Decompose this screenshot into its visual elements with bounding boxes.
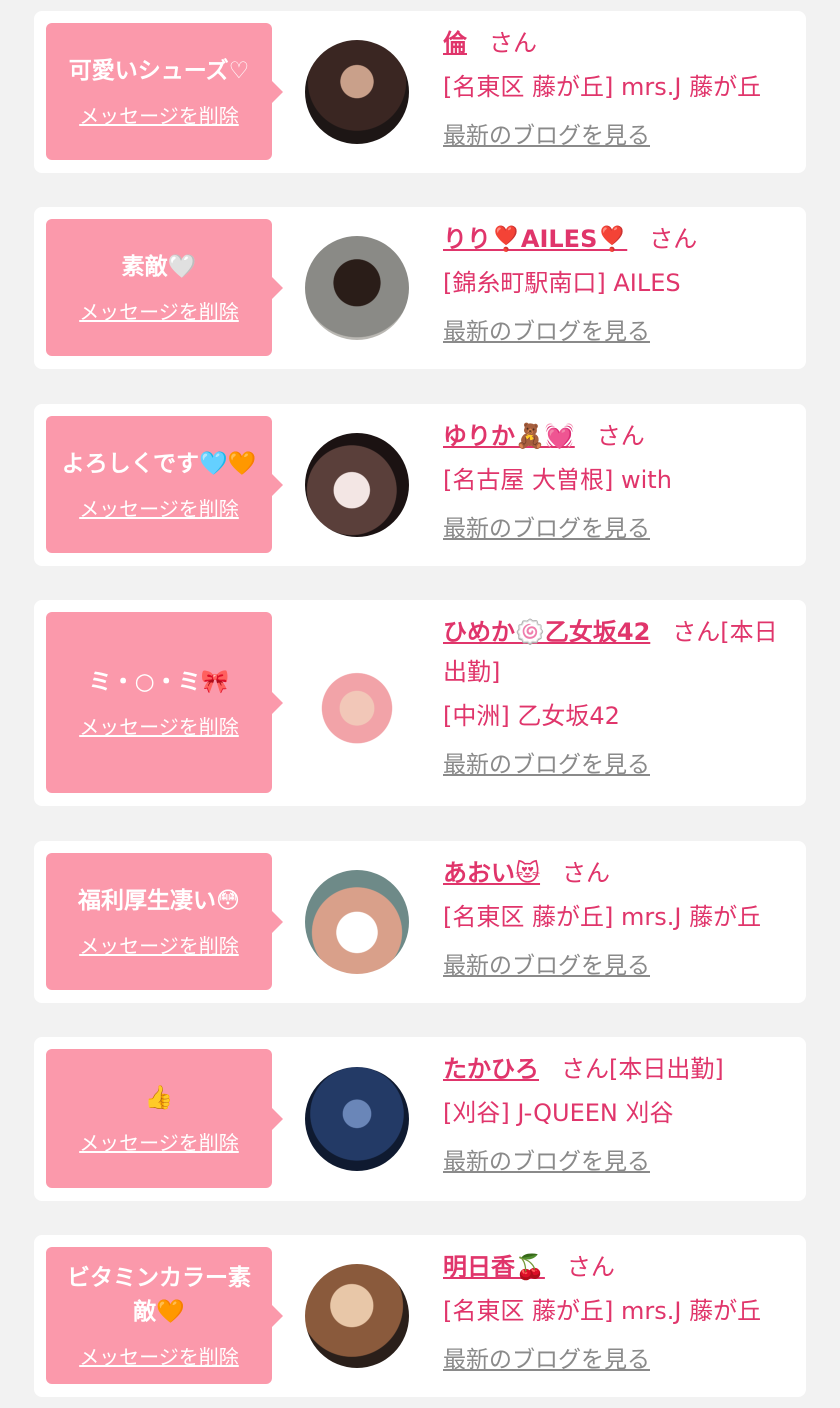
delete-message-link[interactable]: メッセージを削除 xyxy=(79,930,239,959)
message-bubble: 素敵🤍 メッセージを削除 xyxy=(46,219,283,356)
user-info: ゆりか🧸💓 さん [名古屋 大曽根] with 最新のブログを見る xyxy=(443,416,794,546)
shop-label: [名東区 藤が丘] mrs.J 藤が丘 xyxy=(443,73,762,101)
shop-label: [錦糸町駅南口] AILES xyxy=(443,269,681,297)
message-bubble: ビタミンカラー素敵🧡 メッセージを削除 xyxy=(46,1247,283,1384)
san-label: さん xyxy=(649,225,698,253)
latest-blog-link[interactable]: 最新のブログを見る xyxy=(443,1343,794,1377)
avatar[interactable] xyxy=(305,1067,409,1171)
message-bubble: ミ・○・ミ🎀 メッセージを削除 xyxy=(46,612,283,793)
latest-blog-link[interactable]: 最新のブログを見る xyxy=(443,119,794,153)
user-info: 倫さん [名東区 藤が丘] mrs.J 藤が丘 最新のブログを見る xyxy=(443,23,794,153)
message-bubble: 福利厚生凄い😳 メッセージを削除 xyxy=(46,853,283,990)
delete-message-link[interactable]: メッセージを削除 xyxy=(79,1127,239,1156)
delete-message-link[interactable]: メッセージを削除 xyxy=(79,493,239,522)
message-text: 可愛いシューズ♡ xyxy=(68,58,250,84)
message-bubble: 👍 メッセージを削除 xyxy=(46,1049,283,1188)
san-label: さん xyxy=(566,1253,615,1281)
user-name-link[interactable]: ひめか🍥乙女坂42 xyxy=(443,618,650,646)
message-text: 👍 xyxy=(144,1085,174,1111)
message-bubble: よろしくです🩵🧡 メッセージを削除 xyxy=(46,416,283,553)
user-name-link[interactable]: 倫 xyxy=(443,29,467,57)
list-item: 素敵🤍 メッセージを削除 りり❣️AILES❣️ さん [錦糸町駅南口] AILE… xyxy=(34,207,806,369)
shop-label: [中洲] 乙女坂42 xyxy=(443,702,620,730)
avatar[interactable] xyxy=(305,870,409,974)
user-info: たかひろ さん[本日出勤] [刈谷] J-QUEEN 刈谷 最新のブログを見る xyxy=(443,1049,794,1179)
avatar[interactable] xyxy=(305,236,409,340)
shop-label: [名古屋 大曽根] with xyxy=(443,466,672,494)
list-item: 可愛いシューズ♡ メッセージを削除 倫さん [名東区 藤が丘] mrs.J 藤が… xyxy=(34,11,806,173)
list-item: 福利厚生凄い😳 メッセージを削除 あおい😻 さん [名東区 藤が丘] mrs.J … xyxy=(34,841,806,1003)
shop-label: [名東区 藤が丘] mrs.J 藤が丘 xyxy=(443,1297,762,1325)
message-text: ビタミンカラー素敵🧡 xyxy=(67,1265,251,1325)
latest-blog-link[interactable]: 最新のブログを見る xyxy=(443,949,794,983)
message-text: ミ・○・ミ🎀 xyxy=(88,669,230,695)
user-name-link[interactable]: あおい😻 xyxy=(443,859,540,887)
user-info: あおい😻 さん [名東区 藤が丘] mrs.J 藤が丘 最新のブログを見る xyxy=(443,853,794,983)
shop-label: [名東区 藤が丘] mrs.J 藤が丘 xyxy=(443,903,762,931)
message-bubble: 可愛いシューズ♡ メッセージを削除 xyxy=(46,23,283,160)
san-label: さん xyxy=(596,422,645,450)
list-item: ミ・○・ミ🎀 メッセージを削除 ひめか🍥乙女坂42 さん[本日出勤] [中洲] 乙… xyxy=(34,600,806,806)
user-info: りり❣️AILES❣️ さん [錦糸町駅南口] AILES 最新のブログを見る xyxy=(443,219,794,349)
san-label: さん xyxy=(562,859,611,887)
delete-message-link[interactable]: メッセージを削除 xyxy=(79,100,239,129)
message-text: よろしくです🩵🧡 xyxy=(61,451,257,477)
avatar[interactable] xyxy=(305,1264,409,1368)
latest-blog-link[interactable]: 最新のブログを見る xyxy=(443,315,794,349)
latest-blog-link[interactable]: 最新のブログを見る xyxy=(443,512,794,546)
user-info: 明日香🍒 さん [名東区 藤が丘] mrs.J 藤が丘 最新のブログを見る xyxy=(443,1247,794,1377)
user-name-link[interactable]: 明日香🍒 xyxy=(443,1253,545,1281)
status-suffix: [本日出勤] xyxy=(609,1055,724,1083)
san-label: さん xyxy=(561,1055,609,1083)
message-text: 素敵🤍 xyxy=(121,254,197,280)
message-text: 福利厚生凄い😳 xyxy=(78,888,240,914)
user-name-link[interactable]: ゆりか🧸💓 xyxy=(443,422,575,450)
message-list: 可愛いシューズ♡ メッセージを削除 倫さん [名東区 藤が丘] mrs.J 藤が… xyxy=(0,0,840,1408)
san-label: さん xyxy=(672,618,721,646)
list-item: よろしくです🩵🧡 メッセージを削除 ゆりか🧸💓 さん [名古屋 大曽根] with… xyxy=(34,404,806,566)
user-name-link[interactable]: たかひろ xyxy=(443,1055,539,1083)
san-label: さん xyxy=(489,29,537,57)
latest-blog-link[interactable]: 最新のブログを見る xyxy=(443,748,794,782)
list-item: ビタミンカラー素敵🧡 メッセージを削除 明日香🍒 さん [名東区 藤が丘] mrs… xyxy=(34,1235,806,1397)
latest-blog-link[interactable]: 最新のブログを見る xyxy=(443,1145,794,1179)
shop-label: [刈谷] J-QUEEN 刈谷 xyxy=(443,1099,674,1127)
user-name-link[interactable]: りり❣️AILES❣️ xyxy=(443,225,627,253)
avatar[interactable] xyxy=(305,40,409,144)
delete-message-link[interactable]: メッセージを削除 xyxy=(79,1341,239,1370)
delete-message-link[interactable]: メッセージを削除 xyxy=(79,711,239,740)
user-info: ひめか🍥乙女坂42 さん[本日出勤] [中洲] 乙女坂42 最新のブログを見る xyxy=(443,612,794,782)
delete-message-link[interactable]: メッセージを削除 xyxy=(79,296,239,325)
avatar[interactable] xyxy=(305,651,409,755)
avatar[interactable] xyxy=(305,433,409,537)
list-item: 👍 メッセージを削除 たかひろ さん[本日出勤] [刈谷] J-QUEEN 刈谷 … xyxy=(34,1037,806,1201)
